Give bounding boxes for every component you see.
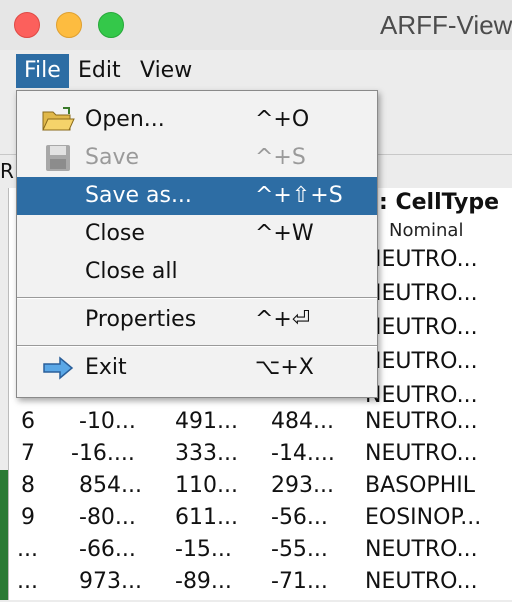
menu-item-label: Open... bbox=[85, 107, 165, 132]
menu-view[interactable]: View bbox=[132, 54, 200, 88]
menu-item-shortcut: ^+W bbox=[255, 221, 314, 246]
table-cell: 973... bbox=[79, 569, 142, 594]
title-bar: ARFF-Viewe bbox=[0, 0, 512, 50]
zoom-window-button[interactable] bbox=[98, 12, 124, 38]
floppy-disk-icon bbox=[41, 144, 75, 172]
column-header-celltype[interactable]: : CellType bbox=[379, 190, 499, 215]
menu-item-shortcut: ⌥+X bbox=[255, 355, 314, 380]
table-cell: NEUTRO... bbox=[365, 569, 478, 594]
menu-item-label: Save as... bbox=[85, 183, 192, 208]
close-window-button[interactable] bbox=[14, 12, 40, 38]
menu-item-save[interactable]: Save ^+S bbox=[17, 139, 377, 177]
table-cell: -89... bbox=[175, 569, 232, 594]
menu-edit[interactable]: Edit bbox=[70, 54, 129, 88]
menu-item-shortcut: ^+S bbox=[255, 145, 306, 170]
menu-item-open[interactable]: Open... ^+O bbox=[17, 101, 377, 139]
menu-item-shortcut: ^+⏎ bbox=[255, 307, 311, 332]
menu-file[interactable]: File bbox=[16, 54, 69, 88]
menu-bar: File Edit View bbox=[0, 50, 512, 90]
row-number: ... bbox=[17, 569, 38, 594]
menu-item-exit[interactable]: Exit ⌥+X bbox=[17, 349, 377, 387]
menu-separator bbox=[17, 345, 377, 347]
menu-item-label: Close all bbox=[85, 259, 178, 284]
folder-open-icon bbox=[41, 106, 75, 134]
menu-item-properties[interactable]: Properties ^+⏎ bbox=[17, 301, 377, 339]
minimize-window-button[interactable] bbox=[56, 12, 82, 38]
column-header-name: CellType bbox=[395, 190, 500, 215]
menu-item-label: Close bbox=[85, 221, 145, 246]
left-edge-strip bbox=[0, 470, 8, 600]
menu-item-close-all[interactable]: Close all bbox=[17, 253, 377, 291]
menu-item-label: Properties bbox=[85, 307, 197, 332]
menu-item-close[interactable]: Close ^+W bbox=[17, 215, 377, 253]
column-header-prefix: : bbox=[379, 190, 388, 215]
menu-item-save-as[interactable]: Save as... ^+⇧+S bbox=[17, 177, 377, 215]
menu-item-label: Save bbox=[85, 145, 140, 170]
arrow-right-icon bbox=[41, 354, 75, 382]
menu-item-shortcut: ^+⇧+S bbox=[255, 183, 343, 208]
file-menu-dropdown: Open... ^+O Save ^+S Save as... ^+⇧+S Cl… bbox=[16, 90, 378, 398]
window-title: ARFF-Viewe bbox=[380, 10, 512, 40]
menu-item-label: Exit bbox=[85, 355, 127, 380]
column-header-type: Nominal bbox=[389, 220, 464, 241]
menu-item-shortcut: ^+O bbox=[255, 107, 310, 132]
menu-separator bbox=[17, 297, 377, 299]
table-row[interactable]: ... 973... -89... -71... NEUTRO... bbox=[9, 562, 512, 602]
table-cell: -71... bbox=[271, 569, 328, 594]
